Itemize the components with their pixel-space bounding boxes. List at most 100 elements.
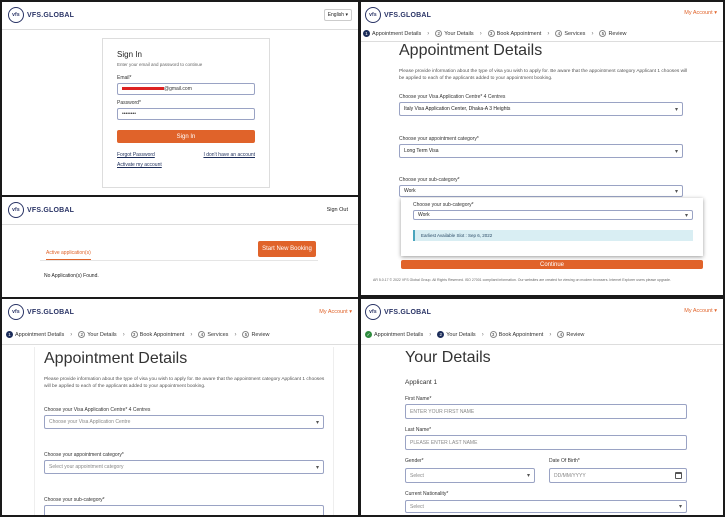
my-account-menu[interactable]: My Account ▾ bbox=[684, 308, 717, 314]
step-services[interactable]: 4 Services bbox=[198, 331, 228, 338]
stepper: ✓ Appointment Details › 2 Your Details › 3… bbox=[365, 331, 584, 338]
step-number: 4 bbox=[557, 331, 565, 338]
step-number: 3 bbox=[130, 331, 138, 338]
language-select[interactable]: English ▾ bbox=[323, 9, 352, 21]
first-name-label: First Name* bbox=[405, 396, 432, 402]
step-label: Book Appointment bbox=[496, 30, 542, 37]
no-account-link[interactable]: I don't have an account bbox=[203, 152, 255, 158]
centre-label: Choose your Visa Application Centre* 4 C… bbox=[44, 407, 151, 413]
password-label: Password* bbox=[117, 100, 141, 106]
first-name-input[interactable]: ENTER YOUR FIRST NAME bbox=[405, 404, 687, 419]
subcategory-select[interactable]: Work ▾ bbox=[399, 185, 683, 197]
step-number: 3 bbox=[489, 331, 497, 338]
subcategory-value: Work bbox=[404, 188, 416, 194]
subcategory-label: Choose your sub-category* bbox=[399, 177, 460, 183]
footer-text: AR 5.0.17 © 2022 VFS Global Group. All R… bbox=[373, 278, 671, 282]
stepper: 1 Appointment Details › 2 Your Details › 3… bbox=[363, 30, 626, 37]
step-services[interactable]: 4 Services bbox=[555, 30, 585, 37]
step-your-details[interactable]: 2 Your Details bbox=[435, 30, 474, 37]
activate-account-link[interactable]: Activate my account bbox=[117, 162, 162, 168]
nationality-placeholder: Select bbox=[410, 503, 424, 510]
last-name-input[interactable]: PLEASE ENTER LAST NAME bbox=[405, 435, 687, 450]
email-field[interactable]: @gmail.com bbox=[117, 83, 255, 95]
signin-title: Sign In bbox=[117, 50, 142, 59]
signout-link[interactable]: Sign Out bbox=[327, 207, 348, 213]
subcategory-select[interactable] bbox=[44, 505, 324, 515]
my-account-menu[interactable]: My Account ▾ bbox=[684, 10, 717, 16]
step-number: 3 bbox=[487, 30, 495, 37]
tab-active-applications[interactable]: Active application(s) bbox=[46, 250, 91, 260]
header-divider bbox=[2, 29, 358, 30]
earliest-slot-text: Earliest Available Slot : Sep 6, 2022 bbox=[421, 233, 493, 238]
gender-placeholder: Select bbox=[410, 472, 424, 479]
vfs-logo-icon: vfs bbox=[8, 202, 24, 218]
chevron-right-icon: › bbox=[190, 331, 193, 338]
vfs-logo[interactable]: vfs VFS.GLOBAL bbox=[365, 304, 431, 320]
nationality-label: Current Nationality* bbox=[405, 491, 449, 497]
category-select[interactable]: Long Term Visa ▾ bbox=[399, 144, 683, 158]
category-label: Choose your appointment category* bbox=[44, 452, 124, 458]
page-title: Your Details bbox=[405, 349, 491, 366]
step-label: Your Details bbox=[446, 331, 476, 338]
chevron-down-icon: ▾ bbox=[526, 473, 530, 479]
start-new-booking-button[interactable]: Start New Booking bbox=[258, 241, 316, 257]
centre-select[interactable]: Choose your Visa Application Centre ▾ bbox=[44, 415, 324, 429]
gender-select[interactable]: Select ▾ bbox=[405, 468, 535, 483]
vfs-logo[interactable]: vfs VFS.GLOBAL bbox=[8, 7, 74, 23]
email-label: Email* bbox=[117, 75, 132, 81]
step-your-details[interactable]: 2 Your Details bbox=[78, 331, 117, 338]
category-select[interactable]: Select your appointment category ▾ bbox=[44, 460, 324, 474]
dashboard-panel: vfs VFS.GLOBAL Sign Out Active applicati… bbox=[2, 197, 358, 297]
continue-button[interactable]: Continue bbox=[401, 260, 703, 269]
step-appointment-details[interactable]: ✓ Appointment Details bbox=[365, 331, 423, 338]
step-label: Review bbox=[566, 331, 585, 338]
step-book-appointment[interactable]: 3 Book Appointment bbox=[487, 30, 542, 37]
step-label: Book Appointment bbox=[139, 331, 185, 338]
password-value: •••••••• bbox=[122, 111, 137, 117]
signin-button[interactable]: Sign In bbox=[117, 130, 255, 143]
logo-text: VFS.GLOBAL bbox=[27, 206, 75, 214]
last-name-label: Last Name* bbox=[405, 427, 432, 433]
step-number: 5 bbox=[599, 30, 607, 37]
chevron-down-icon: ▾ bbox=[684, 212, 688, 219]
content-card bbox=[34, 347, 334, 515]
vfs-logo[interactable]: vfs VFS.GLOBAL bbox=[8, 202, 74, 218]
page-title: Appointment Details bbox=[399, 42, 543, 59]
chevron-right-icon: › bbox=[547, 30, 550, 37]
vfs-logo[interactable]: vfs VFS.GLOBAL bbox=[8, 304, 74, 320]
signin-card: Sign In Enter your email and password to… bbox=[102, 38, 270, 188]
your-details-panel: vfs VFS.GLOBAL My Account ▾ ✓ Appointment… bbox=[361, 299, 723, 515]
chevron-right-icon: › bbox=[122, 331, 125, 338]
category-value: Long Term Visa bbox=[404, 148, 439, 154]
stepper-divider bbox=[2, 344, 358, 345]
step-number: 4 bbox=[555, 30, 563, 37]
last-name-placeholder: PLEASE ENTER LAST NAME bbox=[410, 439, 478, 446]
step-appointment-details[interactable]: 1 Appointment Details bbox=[363, 30, 421, 37]
empty-state-text: No Application(s) Found. bbox=[44, 273, 99, 279]
chevron-right-icon: › bbox=[591, 30, 594, 37]
step-your-details[interactable]: 2 Your Details bbox=[437, 331, 476, 338]
step-book-appointment[interactable]: 3 Book Appointment bbox=[489, 331, 543, 338]
step-review[interactable]: 4 Review bbox=[557, 331, 584, 338]
email-redaction bbox=[122, 87, 164, 91]
my-account-menu[interactable]: My Account ▾ bbox=[319, 309, 352, 315]
subcategory-value: Work bbox=[418, 212, 430, 218]
password-field[interactable]: •••••••• bbox=[117, 108, 255, 120]
step-number: 4 bbox=[198, 331, 206, 338]
step-number: 2 bbox=[437, 331, 445, 338]
step-label: Review bbox=[608, 30, 627, 37]
dob-input[interactable]: DD/MM/YYYY bbox=[549, 468, 687, 483]
nationality-select[interactable]: Select ▾ bbox=[405, 500, 687, 513]
calendar-icon[interactable] bbox=[675, 472, 682, 479]
step-review[interactable]: 5 Review bbox=[599, 30, 626, 37]
forgot-password-link[interactable]: Forgot Password bbox=[117, 152, 155, 158]
step-appointment-details[interactable]: 1 Appointment Details bbox=[6, 331, 64, 338]
vfs-logo[interactable]: vfs VFS.GLOBAL bbox=[365, 7, 431, 23]
subcategory-select[interactable]: Work ▾ bbox=[413, 210, 693, 220]
step-label: Appointment Details bbox=[374, 331, 424, 338]
step-review[interactable]: 5 Review bbox=[242, 331, 269, 338]
step-book-appointment[interactable]: 3 Book Appointment bbox=[130, 331, 185, 338]
step-label: Services bbox=[564, 30, 586, 37]
centre-select[interactable]: Italy Visa Application Center, Dhaka-A 3… bbox=[399, 102, 683, 116]
email-domain: @gmail.com bbox=[164, 86, 192, 92]
